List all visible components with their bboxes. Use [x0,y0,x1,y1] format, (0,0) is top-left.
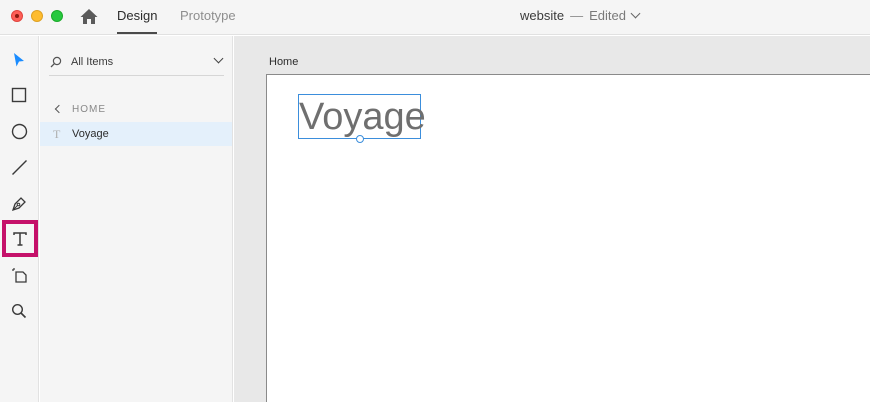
back-chevron-icon[interactable] [54,104,64,114]
artboard[interactable]: Voyage [266,74,870,402]
search-icon [50,56,62,68]
breadcrumb-label: HOME [72,104,106,115]
magnifier-icon [11,303,27,319]
chevron-down-icon[interactable] [213,53,224,64]
arrow-icon [14,53,24,67]
rectangle-tool[interactable] [6,82,32,108]
artboard-icon [11,267,27,283]
tab-prototype[interactable]: Prototype [180,8,236,34]
ellipse-icon [11,123,27,139]
document-status: Edited [589,8,626,23]
document-title-menu[interactable]: website — Edited [520,8,641,23]
document-name: website [520,8,565,23]
text-icon [13,231,27,246]
zoom-tool[interactable] [6,298,32,324]
layers-panel: All Items HOME T Voyage [40,36,233,402]
line-tool[interactable] [6,154,32,180]
text-object[interactable]: Voyage [299,97,426,137]
select-tool[interactable] [6,47,32,73]
filter-label: All Items [71,56,114,68]
chevron-down-icon [630,8,641,19]
canvas-area[interactable]: Home Voyage [234,36,870,402]
layer-item-label: Voyage [72,128,109,140]
artboard-title[interactable]: Home [269,56,298,68]
tools-toolbar [0,36,39,402]
rectangle-icon [11,87,27,103]
ellipse-tool[interactable] [6,118,32,144]
text-object-selection[interactable]: Voyage [298,94,426,143]
artboard-tool[interactable] [6,262,32,288]
text-tool[interactable] [2,220,38,257]
line-icon [11,159,27,175]
app-window: Design Prototype website — Edited All It… [0,0,870,402]
pen-icon [11,196,26,211]
zoom-window-button[interactable] [51,10,63,22]
title-separator: — [570,8,584,23]
layer-filter[interactable]: All Items [49,50,224,76]
pen-tool[interactable] [6,190,32,216]
home-icon[interactable] [79,7,99,27]
tab-design[interactable]: Design [117,8,158,34]
layer-item-voyage[interactable]: T Voyage [40,122,232,146]
minimize-window-button[interactable] [31,10,43,22]
close-window-button[interactable] [11,10,23,22]
title-bar: Design Prototype website — Edited [0,0,870,35]
resize-handle[interactable] [356,135,364,143]
text-layer-icon: T [53,127,61,141]
